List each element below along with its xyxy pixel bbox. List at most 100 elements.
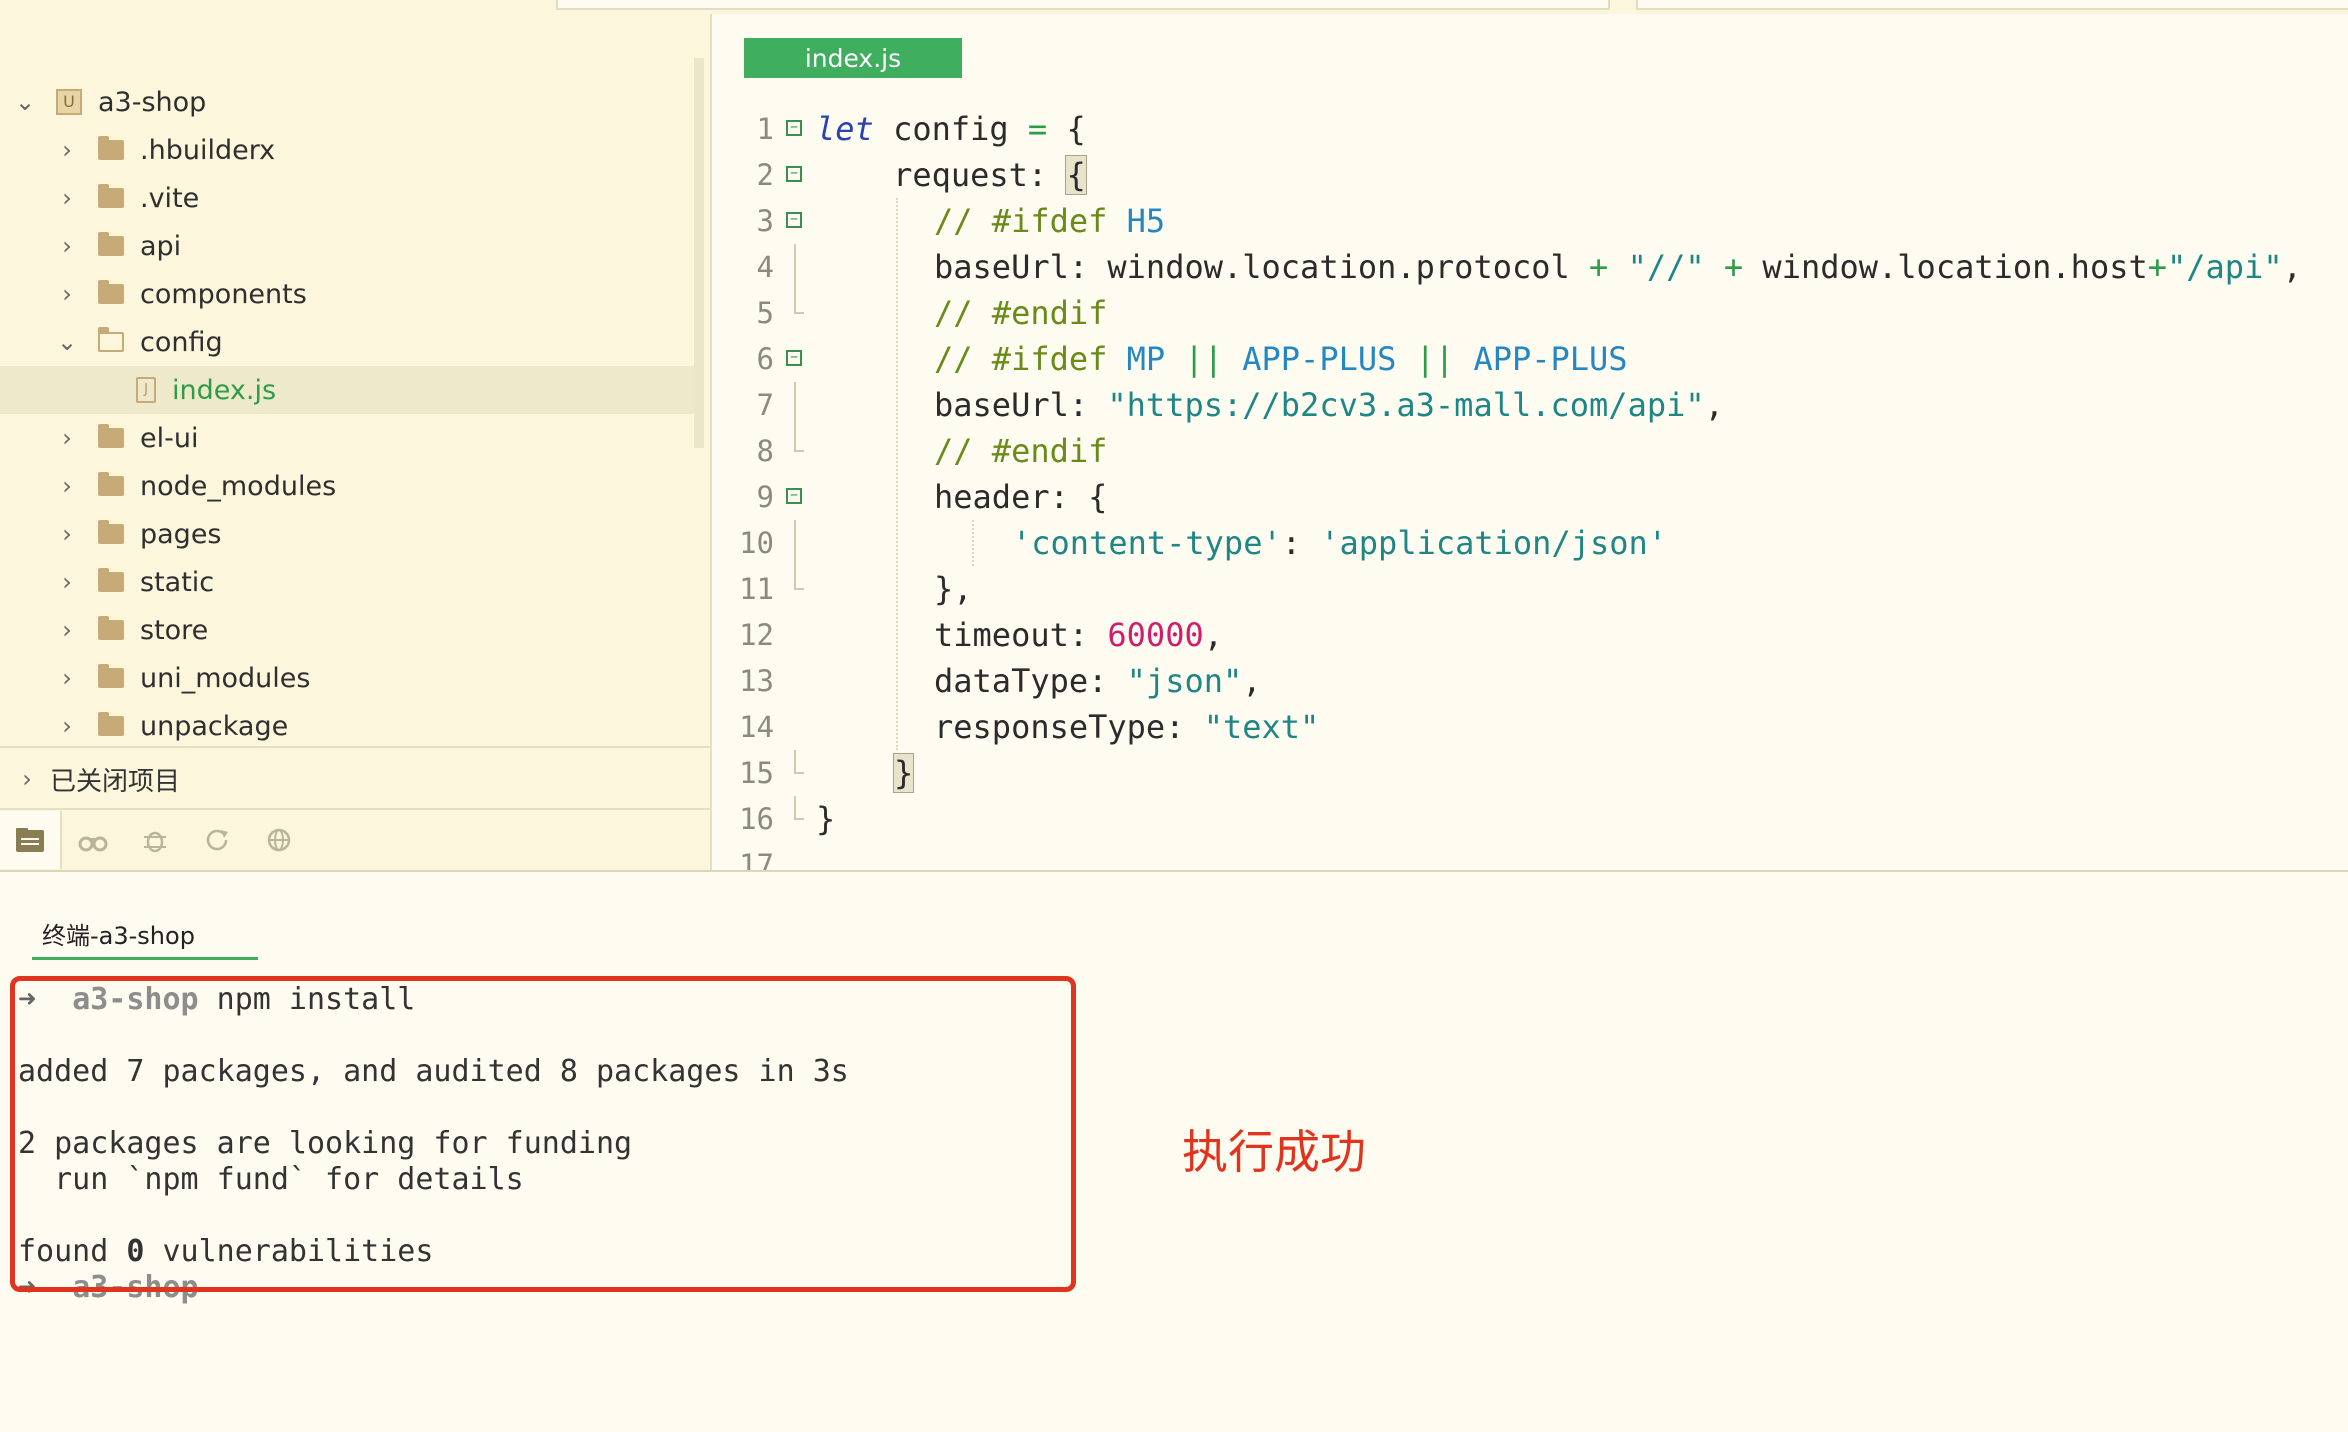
fold-minus-icon[interactable]: − bbox=[786, 212, 802, 228]
terminal-panel[interactable]: 终端-a3-shop ➜ a3-shop npm install added 7… bbox=[0, 872, 2348, 1432]
tree-item-pages[interactable]: › pages bbox=[0, 510, 694, 558]
code-text: // #endif bbox=[934, 432, 1108, 470]
line-number: 7 bbox=[756, 388, 774, 422]
refresh-icon[interactable] bbox=[186, 811, 248, 869]
project-icon: U bbox=[56, 89, 82, 115]
toolbar-input-left[interactable] bbox=[556, 0, 1610, 10]
code-line: 11 }, bbox=[712, 566, 2348, 612]
folder-icon bbox=[98, 520, 124, 544]
chevron-down-icon[interactable]: ⌄ bbox=[14, 88, 36, 116]
code-text: request: { bbox=[816, 155, 1087, 195]
chevron-down-icon[interactable]: ⌄ bbox=[56, 328, 78, 356]
sidebar-scrollbar[interactable] bbox=[694, 58, 704, 448]
js-file-icon: J bbox=[136, 377, 156, 403]
tree-item-hbuilderx[interactable]: › .hbuilderx bbox=[0, 126, 694, 174]
terminal-tab[interactable]: 终端-a3-shop bbox=[32, 914, 258, 960]
chevron-right-icon[interactable]: › bbox=[56, 616, 78, 644]
tree-item-vite[interactable]: › .vite bbox=[0, 174, 694, 222]
tree-item-label: node_modules bbox=[140, 470, 337, 502]
tree-item-static[interactable]: › static bbox=[0, 558, 694, 606]
fold-minus-icon[interactable]: − bbox=[786, 166, 802, 182]
sidebar-bottom-tabs bbox=[0, 808, 710, 870]
tree-item-label: components bbox=[140, 278, 307, 310]
code-text: let config = { bbox=[816, 110, 1086, 148]
tree-item-node-modules[interactable]: › node_modules bbox=[0, 462, 694, 510]
line-number: 12 bbox=[739, 618, 774, 652]
divider bbox=[0, 746, 710, 748]
tree-item-store[interactable]: › store bbox=[0, 606, 694, 654]
line-number: 1 bbox=[756, 112, 774, 146]
folder-icon bbox=[98, 616, 124, 640]
code-line: 1 − let config = { bbox=[712, 106, 2348, 152]
code-line: 5 // #endif bbox=[712, 290, 2348, 336]
tree-item-unpackage[interactable]: › unpackage bbox=[0, 702, 694, 748]
folder-icon bbox=[98, 232, 124, 256]
chevron-right-icon[interactable]: › bbox=[56, 136, 78, 164]
line-number: 2 bbox=[756, 158, 774, 192]
editor-tab-index-js[interactable]: index.js bbox=[744, 38, 962, 78]
highlight-box bbox=[10, 976, 1076, 1292]
fold-end-marker bbox=[794, 750, 804, 774]
line-number: 16 bbox=[739, 802, 774, 836]
binoculars-icon[interactable] bbox=[62, 811, 124, 869]
tree-item-components[interactable]: › components bbox=[0, 270, 694, 318]
folder-icon bbox=[98, 280, 124, 304]
tree-item-label: pages bbox=[140, 518, 222, 550]
chevron-right-icon[interactable]: › bbox=[56, 520, 78, 548]
code-text: baseUrl: window.location.protocol + "//"… bbox=[934, 248, 2302, 286]
tree-item-uni-modules[interactable]: › uni_modules bbox=[0, 654, 694, 702]
line-number: 9 bbox=[756, 480, 774, 514]
code-line: 6 − // #ifdef MP || APP-PLUS || APP-PLUS bbox=[712, 336, 2348, 382]
closed-projects-label: 已关闭项目 bbox=[50, 766, 181, 797]
tree-item-api[interactable]: › api bbox=[0, 222, 694, 270]
folder-icon bbox=[98, 712, 124, 736]
fold-minus-icon[interactable]: − bbox=[786, 350, 802, 366]
code-editor[interactable]: index.js 1 − let config = { 2 − request:… bbox=[712, 14, 2348, 870]
tree-item-el-ui[interactable]: › el-ui bbox=[0, 414, 694, 462]
indent-guide bbox=[896, 198, 898, 750]
chevron-right-icon[interactable]: › bbox=[56, 712, 78, 740]
code-text: responseType: "text" bbox=[934, 708, 1320, 746]
chevron-right-icon[interactable]: › bbox=[56, 280, 78, 308]
project-manager-icon[interactable] bbox=[0, 811, 62, 869]
line-number: 5 bbox=[756, 296, 774, 330]
code-text: timeout: 60000, bbox=[934, 616, 1223, 654]
chevron-right-icon[interactable]: › bbox=[56, 424, 78, 452]
tree-item-label: api bbox=[140, 230, 182, 262]
fold-minus-icon[interactable]: − bbox=[786, 120, 802, 136]
folder-icon bbox=[98, 136, 124, 160]
code-text: // #ifdef H5 bbox=[934, 202, 1166, 240]
code-text: baseUrl: "https://b2cv3.a3-mall.com/api"… bbox=[934, 386, 1724, 424]
bug-icon[interactable] bbox=[124, 811, 186, 869]
code-line: 10 'content-type': 'application/json' bbox=[712, 520, 2348, 566]
tree-item-config[interactable]: ⌄ config bbox=[0, 318, 694, 366]
line-number: 4 bbox=[756, 250, 774, 284]
chevron-right-icon[interactable]: › bbox=[56, 664, 78, 692]
code-line: 7 baseUrl: "https://b2cv3.a3-mall.com/ap… bbox=[712, 382, 2348, 428]
tree-item-index-js[interactable]: J index.js bbox=[0, 366, 694, 414]
line-number: 3 bbox=[756, 204, 774, 238]
fold-minus-icon[interactable]: − bbox=[786, 488, 802, 504]
code-line: 12 timeout: 60000, bbox=[712, 612, 2348, 658]
chevron-right-icon[interactable]: › bbox=[56, 568, 78, 596]
fold-end-marker bbox=[794, 428, 804, 452]
code-line: 15 } bbox=[712, 750, 2348, 796]
chevron-right-icon[interactable]: › bbox=[56, 472, 78, 500]
globe-icon[interactable] bbox=[248, 811, 310, 869]
fold-guide bbox=[794, 244, 796, 290]
closed-projects-section[interactable]: › 已关闭项目 bbox=[0, 756, 710, 802]
code-text: } bbox=[816, 800, 836, 838]
code-line: 16 } bbox=[712, 796, 2348, 842]
folder-icon bbox=[98, 472, 124, 496]
chevron-right-icon[interactable]: › bbox=[56, 232, 78, 260]
line-number: 13 bbox=[739, 664, 774, 698]
toolbar-input-right[interactable] bbox=[1636, 0, 2348, 10]
file-tree: ⌄ U a3-shop › .hbuilderx › .vite › api ›… bbox=[0, 58, 694, 748]
tree-project-root[interactable]: ⌄ U a3-shop bbox=[0, 78, 694, 126]
folder-icon bbox=[98, 664, 124, 688]
tree-item-label: uni_modules bbox=[140, 662, 311, 694]
fold-guide bbox=[794, 520, 796, 566]
tree-item-label: .vite bbox=[140, 182, 200, 214]
chevron-right-icon[interactable]: › bbox=[16, 765, 38, 793]
chevron-right-icon[interactable]: › bbox=[56, 184, 78, 212]
